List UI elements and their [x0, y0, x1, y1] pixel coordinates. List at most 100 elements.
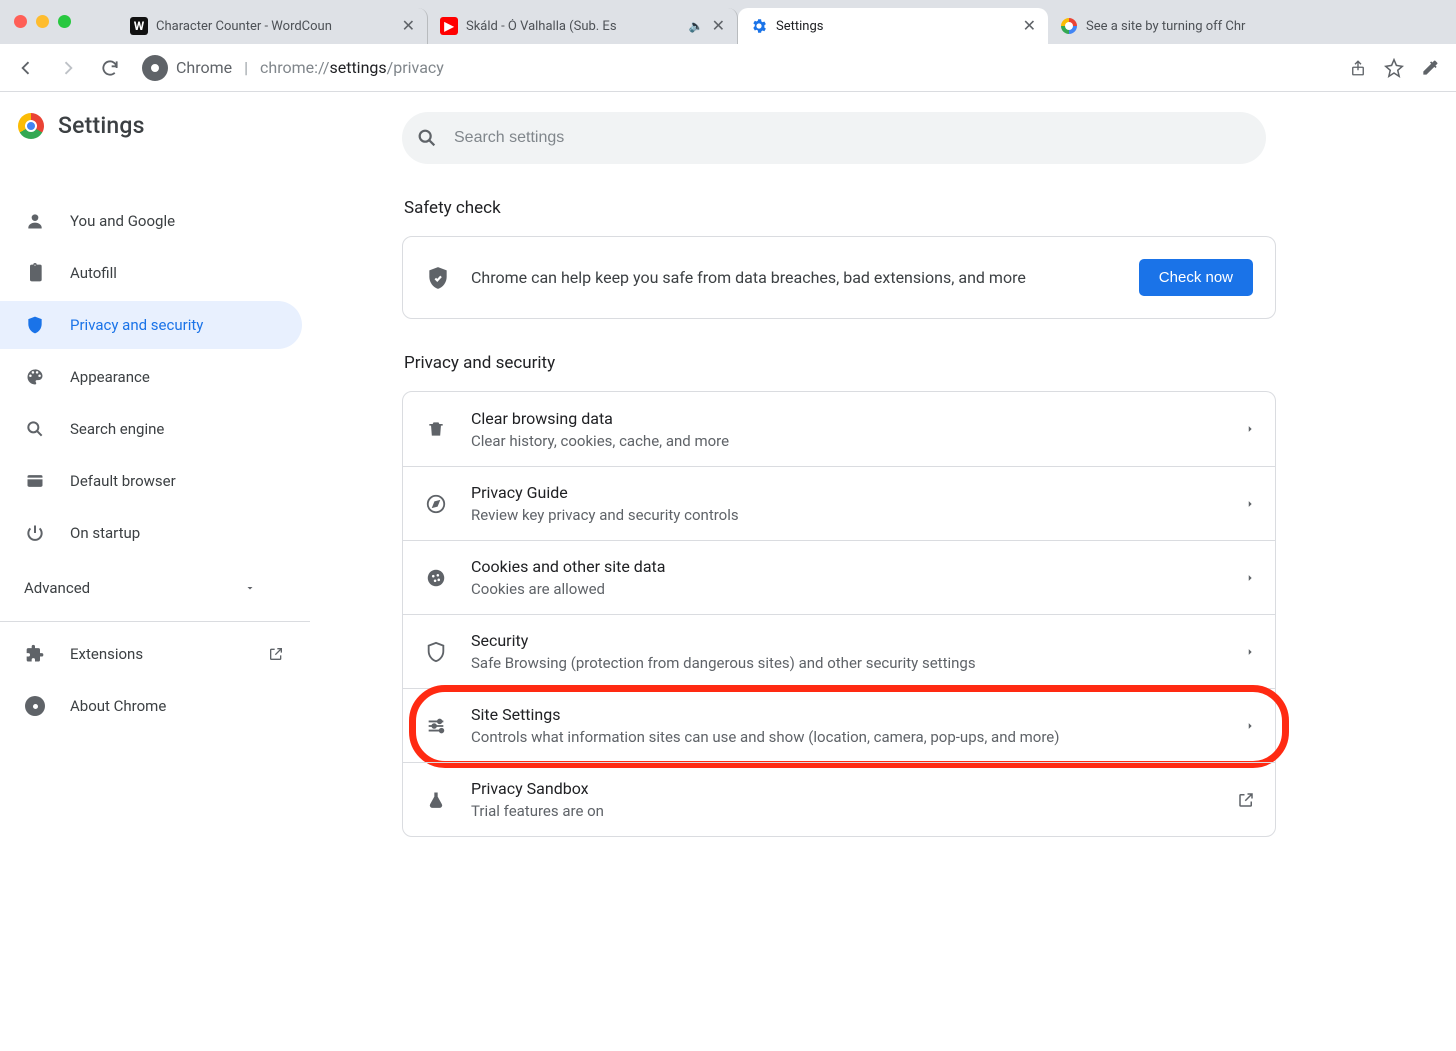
sidebar-item-you-and-google[interactable]: You and Google	[0, 197, 302, 245]
settings-sidebar: Settings You and Google Autofill Privacy…	[0, 92, 312, 1051]
browser-icon	[24, 471, 46, 491]
privacy-list-card: Clear browsing data Clear history, cooki…	[402, 391, 1276, 837]
omnibox-separator: |	[244, 58, 248, 77]
palette-icon	[24, 367, 46, 387]
chevron-right-icon	[1245, 718, 1255, 734]
site-label: Chrome	[176, 58, 232, 77]
sidebar-item-label: You and Google	[70, 212, 175, 230]
row-title: Site Settings	[471, 705, 1223, 724]
forward-button[interactable]	[50, 50, 86, 86]
row-subtitle: Trial features are on	[471, 802, 1215, 820]
row-subtitle: Controls what information sites can use …	[471, 728, 1223, 746]
browser-tab-wordcounter[interactable]: W Character Counter - WordCoun ✕	[118, 8, 428, 44]
google-favicon	[1060, 17, 1078, 35]
external-link-icon	[1237, 791, 1255, 809]
settings-content: Safety check Chrome can help keep you sa…	[312, 92, 1456, 1051]
row-title: Privacy Guide	[471, 483, 1223, 502]
sidebar-item-label: Appearance	[70, 368, 150, 386]
compass-icon	[423, 493, 449, 515]
shield-outline-icon	[423, 641, 449, 663]
close-tab-icon[interactable]: ✕	[712, 18, 725, 34]
sidebar-item-appearance[interactable]: Appearance	[0, 353, 302, 401]
search-icon	[24, 419, 46, 439]
tab-title: Character Counter - WordCoun	[156, 19, 394, 34]
chevron-right-icon	[1245, 570, 1255, 586]
check-now-button[interactable]: Check now	[1139, 259, 1253, 296]
row-site-settings[interactable]: Site Settings Controls what information …	[403, 688, 1275, 762]
row-clear-browsing-data[interactable]: Clear browsing data Clear history, cooki…	[403, 392, 1275, 466]
row-subtitle: Safe Browsing (protection from dangerous…	[471, 654, 1223, 672]
sidebar-item-label: On startup	[70, 524, 140, 542]
share-button[interactable]	[1340, 50, 1376, 86]
clipboard-icon	[24, 263, 46, 283]
audio-indicator-icon[interactable]: 🔈	[689, 19, 704, 33]
safety-check-card: Chrome can help keep you safe from data …	[402, 236, 1276, 319]
sidebar-divider	[0, 621, 310, 622]
sidebar-item-extensions[interactable]: Extensions	[0, 630, 302, 678]
chevron-down-icon	[244, 582, 256, 594]
close-window-button[interactable]	[14, 15, 27, 28]
sidebar-advanced-toggle[interactable]: Advanced	[0, 561, 280, 607]
back-button[interactable]	[8, 50, 44, 86]
browser-tab-settings[interactable]: Settings ✕	[738, 8, 1048, 44]
row-title: Clear browsing data	[471, 409, 1223, 428]
sidebar-item-label: Autofill	[70, 264, 117, 282]
browser-tabstrip: W Character Counter - WordCoun ✕ ▶ Skáld…	[0, 0, 1456, 44]
row-cookies[interactable]: Cookies and other site data Cookies are …	[403, 540, 1275, 614]
settings-favicon	[750, 17, 768, 35]
row-subtitle: Review key privacy and security controls	[471, 506, 1223, 524]
sidebar-item-label: Extensions	[70, 645, 143, 663]
chevron-right-icon	[1245, 421, 1255, 437]
row-title: Security	[471, 631, 1223, 650]
advanced-label: Advanced	[24, 579, 90, 597]
bookmark-button[interactable]	[1376, 50, 1412, 86]
cookie-icon	[423, 567, 449, 589]
sidebar-item-label: Privacy and security	[70, 316, 203, 334]
row-privacy-guide[interactable]: Privacy Guide Review key privacy and sec…	[403, 466, 1275, 540]
sidebar-item-privacy-security[interactable]: Privacy and security	[0, 301, 302, 349]
sidebar-item-about-chrome[interactable]: About Chrome	[0, 682, 302, 730]
sidebar-item-label: Search engine	[70, 420, 164, 438]
settings-search[interactable]	[402, 112, 1266, 164]
sliders-icon	[423, 715, 449, 737]
extension-icon	[24, 644, 46, 664]
tab-title: See a site by turning off Chr	[1086, 19, 1282, 34]
chevron-right-icon	[1245, 644, 1255, 660]
youtube-favicon: ▶	[440, 17, 458, 35]
settings-search-input[interactable]	[452, 128, 1252, 148]
row-security[interactable]: Security Safe Browsing (protection from …	[403, 614, 1275, 688]
sidebar-item-default-browser[interactable]: Default browser	[0, 457, 302, 505]
row-privacy-sandbox[interactable]: Privacy Sandbox Trial features are on	[403, 762, 1275, 836]
close-tab-icon[interactable]: ✕	[1023, 18, 1036, 34]
chrome-grey-icon	[24, 696, 46, 716]
row-title: Privacy Sandbox	[471, 779, 1215, 798]
chevron-right-icon	[1245, 496, 1255, 512]
browser-tab-google[interactable]: See a site by turning off Chr	[1048, 8, 1294, 44]
chrome-identity-icon	[142, 55, 168, 81]
maximize-window-button[interactable]	[58, 15, 71, 28]
sidebar-item-search-engine[interactable]: Search engine	[0, 405, 302, 453]
external-link-icon	[268, 646, 284, 662]
site-identity[interactable]: Chrome	[142, 55, 232, 81]
tab-title: Settings	[776, 19, 1015, 34]
sidebar-item-on-startup[interactable]: On startup	[0, 509, 302, 557]
page-header: Settings	[0, 92, 312, 149]
power-icon	[24, 523, 46, 543]
section-title-privacy: Privacy and security	[404, 353, 1276, 373]
sidebar-item-label: Default browser	[70, 472, 176, 490]
sidebar-item-label: About Chrome	[70, 697, 166, 715]
address-bar[interactable]: Chrome | chrome://settings/privacy	[134, 50, 1334, 86]
safety-check-text: Chrome can help keep you safe from data …	[471, 268, 1119, 287]
browser-tab-youtube[interactable]: ▶ Skáld - Ó Valhalla (Sub. Es 🔈 ✕	[428, 8, 738, 44]
close-tab-icon[interactable]: ✕	[402, 18, 415, 34]
sidebar-item-autofill[interactable]: Autofill	[0, 249, 302, 297]
row-title: Cookies and other site data	[471, 557, 1223, 576]
minimize-window-button[interactable]	[36, 15, 49, 28]
tab-title: Skáld - Ó Valhalla (Sub. Es	[466, 19, 681, 34]
window-controls	[14, 15, 71, 28]
reload-button[interactable]	[92, 50, 128, 86]
shield-icon	[24, 315, 46, 335]
eyedropper-button[interactable]	[1412, 50, 1448, 86]
trash-icon	[423, 419, 449, 439]
row-subtitle: Clear history, cookies, cache, and more	[471, 432, 1223, 450]
